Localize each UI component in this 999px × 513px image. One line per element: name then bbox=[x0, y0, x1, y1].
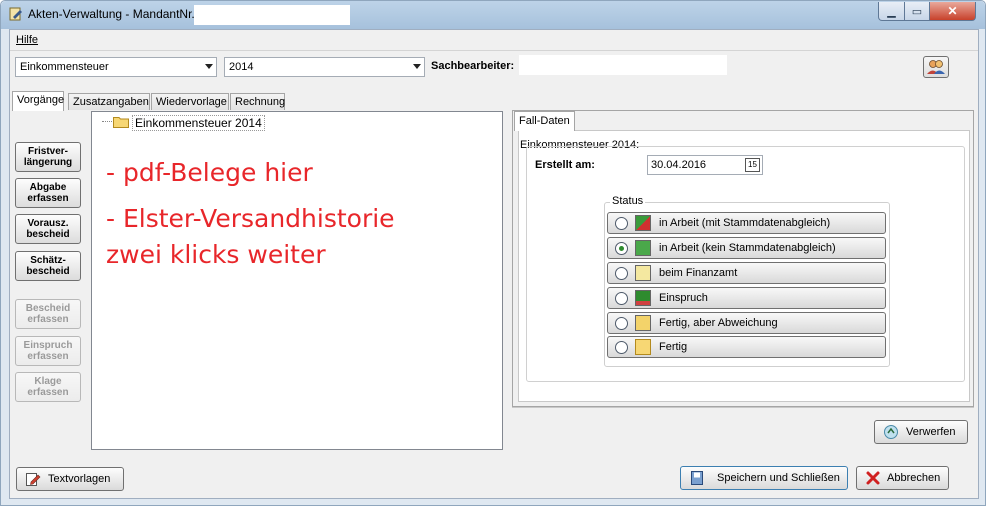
tax-type-select[interactable]: Einkommensteuer bbox=[15, 57, 217, 77]
submit-button[interactable]: Abgabe erfassen bbox=[15, 178, 81, 208]
done-folder-icon bbox=[635, 339, 651, 355]
templates-label: Textvorlagen bbox=[48, 473, 111, 485]
annotation-clicks: zwei klicks weiter bbox=[106, 240, 326, 269]
status-title: Status bbox=[610, 195, 646, 207]
menu-bar: Hilfe bbox=[10, 30, 978, 50]
status-option-done[interactable]: Fertig bbox=[607, 336, 886, 358]
status-option-work[interactable]: in Arbeit (kein Stammdatenabgleich) bbox=[607, 237, 886, 259]
status-option-sync[interactable]: in Arbeit (mit Stammdatenabgleich) bbox=[607, 212, 886, 234]
submit-label-2: erfassen bbox=[27, 193, 69, 204]
estimate-label-1: Schätz- bbox=[30, 255, 66, 266]
tax-type-value: Einkommensteuer bbox=[20, 61, 109, 73]
prepayment-label-2: bescheid bbox=[26, 229, 70, 240]
tab-zusatzangaben[interactable]: Zusatzangaben bbox=[68, 93, 150, 110]
panel-separator bbox=[512, 407, 974, 408]
app-window: Akten-Verwaltung - MandantNr.: ▁ ▭ ✕ Hil… bbox=[0, 0, 986, 506]
window-title: Akten-Verwaltung - MandantNr.: bbox=[28, 7, 199, 21]
cancel-label: Abbrechen bbox=[887, 472, 941, 484]
status-label: in Arbeit (kein Stammdatenabgleich) bbox=[659, 242, 836, 254]
annotation-elster: - Elster-Versandhistorie bbox=[106, 204, 395, 233]
save-close-button[interactable]: Speichern und Schließen bbox=[680, 466, 848, 490]
record-notice-label-2: erfassen bbox=[27, 314, 69, 325]
cancel-icon bbox=[866, 471, 880, 485]
record-notice-button[interactable]: Bescheid erfassen bbox=[15, 299, 81, 329]
status-label: Fertig bbox=[659, 341, 688, 353]
record-lawsuit-button[interactable]: Klage erfassen bbox=[15, 372, 81, 402]
save-icon bbox=[691, 471, 703, 485]
deviation-icon bbox=[635, 315, 651, 331]
created-date-field[interactable]: 30.04.2016 15 bbox=[647, 155, 763, 175]
maximize-button[interactable]: ▭ bbox=[904, 2, 930, 21]
year-select[interactable]: 2014 bbox=[224, 57, 425, 77]
work-sync-icon bbox=[635, 215, 651, 231]
tab-fall-daten[interactable]: Fall-Daten bbox=[514, 111, 575, 131]
created-date-value: 30.04.2016 bbox=[651, 159, 707, 171]
annotation-pdf: - pdf-Belege hier bbox=[106, 158, 313, 187]
clerk-label: Sachbearbeiter: bbox=[431, 60, 515, 72]
tab-wiedervorlage[interactable]: Wiedervorlage bbox=[151, 93, 229, 110]
status-option-deviation[interactable]: Fertig, aber Abweichung bbox=[607, 312, 886, 334]
extension-label-2: längerung bbox=[23, 157, 73, 168]
status-radio[interactable] bbox=[615, 217, 628, 230]
status-option-tax-office[interactable]: beim Finanzamt bbox=[607, 262, 886, 284]
record-objection-button[interactable]: Einspruch erfassen bbox=[15, 336, 81, 366]
work-icon bbox=[635, 240, 651, 256]
status-label: beim Finanzamt bbox=[659, 267, 738, 279]
app-icon bbox=[9, 7, 22, 21]
year-value: 2014 bbox=[229, 61, 254, 73]
discard-label: Verwerfen bbox=[906, 426, 956, 438]
status-radio[interactable] bbox=[615, 341, 628, 354]
users-icon bbox=[927, 60, 945, 74]
extension-label-1: Fristver- bbox=[27, 146, 68, 157]
clerk-field[interactable] bbox=[519, 55, 727, 75]
extension-button[interactable]: Fristver- längerung bbox=[15, 142, 81, 172]
estimate-notice-button[interactable]: Schätz- bescheid bbox=[15, 251, 81, 281]
title-bar[interactable]: Akten-Verwaltung - MandantNr.: ▁ ▭ ✕ bbox=[1, 1, 985, 29]
status-radio[interactable] bbox=[615, 317, 628, 330]
record-objection-label-1: Einspruch bbox=[23, 340, 73, 351]
users-button[interactable] bbox=[923, 56, 949, 78]
record-objection-label-2: erfassen bbox=[27, 351, 69, 362]
record-notice-label-1: Bescheid bbox=[25, 303, 71, 314]
title-redaction bbox=[194, 5, 350, 25]
menu-help[interactable]: Hilfe bbox=[16, 34, 38, 46]
calendar-icon[interactable]: 15 bbox=[745, 158, 760, 172]
templates-button[interactable]: Textvorlagen bbox=[16, 467, 124, 491]
folder-icon bbox=[113, 117, 129, 128]
save-close-label: Speichern und Schließen bbox=[717, 472, 840, 484]
discard-button[interactable]: Verwerfen bbox=[874, 420, 968, 444]
discard-icon bbox=[884, 425, 898, 439]
status-label: Fertig, aber Abweichung bbox=[659, 317, 778, 329]
menu-separator bbox=[10, 50, 978, 51]
status-label: Einspruch bbox=[659, 292, 708, 304]
tax-office-icon bbox=[635, 265, 651, 281]
submit-label-1: Abgabe bbox=[29, 182, 67, 193]
tab-vorgaenge[interactable]: Vorgänge bbox=[12, 91, 64, 111]
status-radio[interactable] bbox=[615, 242, 628, 255]
client-area: Hilfe Einkommensteuer 2014 Sachbearbeite… bbox=[9, 29, 979, 499]
prepayment-label-1: Vorausz. bbox=[27, 218, 69, 229]
minimize-button[interactable]: ▁ bbox=[878, 2, 905, 21]
prepayment-notice-button[interactable]: Vorausz. bescheid bbox=[15, 214, 81, 244]
created-label: Erstellt am: bbox=[535, 159, 595, 171]
status-option-objection[interactable]: Einspruch bbox=[607, 287, 886, 309]
status-radio[interactable] bbox=[615, 292, 628, 305]
estimate-label-2: bescheid bbox=[26, 266, 70, 277]
close-button[interactable]: ✕ bbox=[929, 2, 976, 21]
tab-rechnung[interactable]: Rechnung bbox=[230, 93, 285, 110]
edit-document-icon bbox=[26, 473, 41, 486]
status-label: in Arbeit (mit Stammdatenabgleich) bbox=[659, 217, 831, 229]
status-radio[interactable] bbox=[615, 267, 628, 280]
record-lawsuit-label-2: erfassen bbox=[27, 387, 69, 398]
chevron-down-icon bbox=[205, 64, 213, 69]
tree-node-root[interactable]: Einkommensteuer 2014 bbox=[132, 115, 265, 131]
objection-icon bbox=[635, 290, 651, 306]
chevron-down-icon bbox=[413, 64, 421, 69]
cancel-button[interactable]: Abbrechen bbox=[856, 466, 949, 490]
record-lawsuit-label-1: Klage bbox=[34, 376, 62, 387]
